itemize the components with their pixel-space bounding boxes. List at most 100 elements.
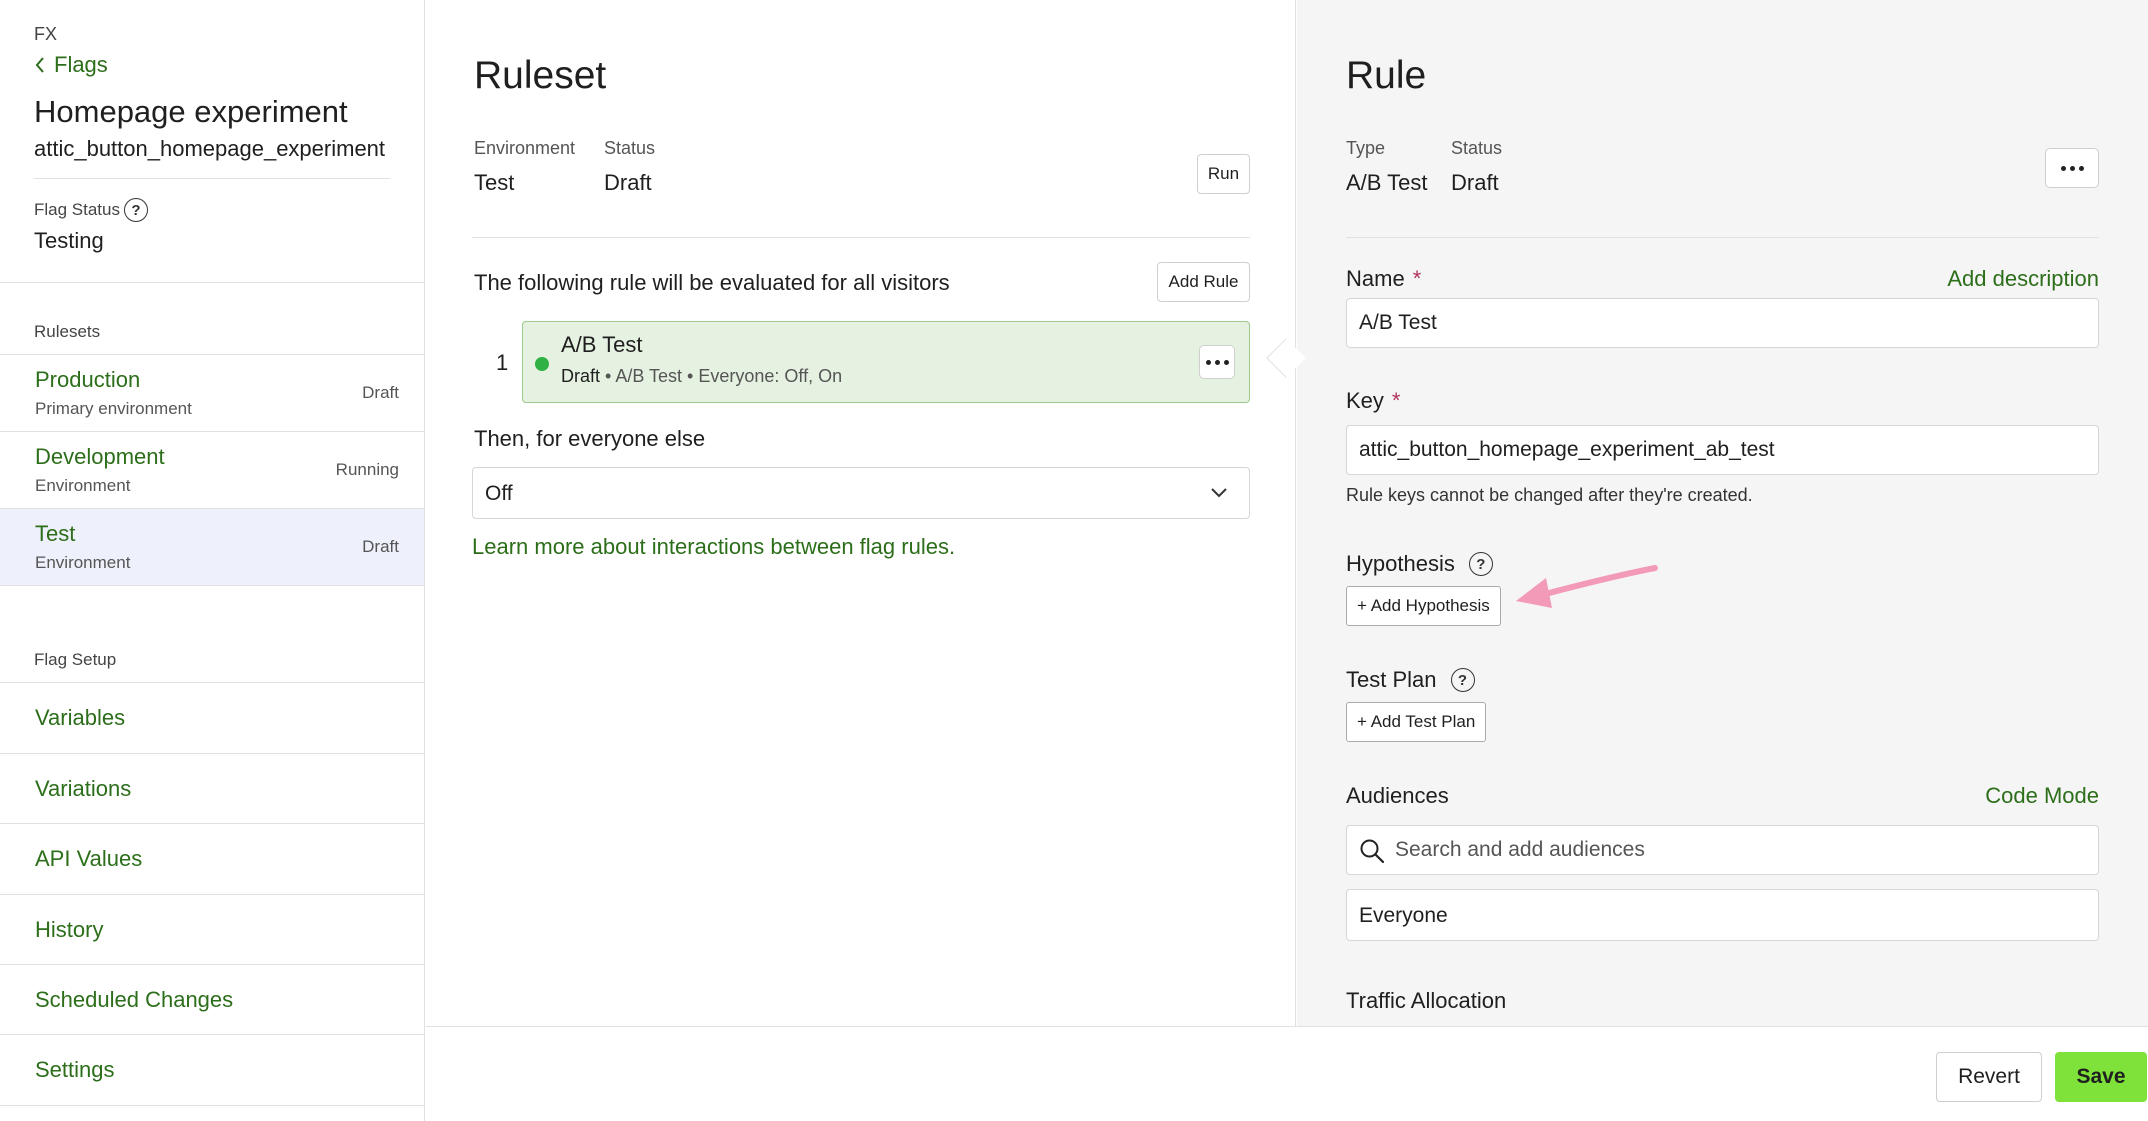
rulesets-heading: Rulesets [34,322,101,341]
rule-key-hint: Rule keys cannot be changed after they'r… [1346,485,1753,505]
sidebar-item-scheduled-changes[interactable]: Scheduled Changes [0,965,424,1035]
rule-title: Rule [1346,54,1427,97]
search-icon [1360,839,1385,864]
sidebar-item-variables[interactable]: Variables [0,683,424,753]
ruleset-status-label: Status [604,138,656,158]
help-icon[interactable]: ? [1468,552,1493,576]
fallback-variation-select[interactable]: Off [472,467,1250,519]
rule-key-input[interactable] [1346,425,2099,475]
env-description: Primary environment [35,399,192,418]
run-button[interactable]: Run [1197,154,1250,194]
traffic-allocation-label: Traffic Allocation [1346,988,1507,1013]
sidebar-env-development[interactable]: Development Environment Running [0,432,424,508]
env-name: Test [35,521,76,546]
rule-panel: Rule Type A/B Test Status Draft Name * Ad… [1297,0,2148,1026]
rule-name-input[interactable] [1346,298,2099,348]
rule-status-label: Status [1451,138,1503,158]
sidebar: FX Flags Homepage experiment attic_butto… [0,0,425,1121]
annotation-arrow [1516,565,1658,608]
add-test-plan-button[interactable]: + Add Test Plan [1346,702,1487,742]
rule-status: Draft [561,366,601,386]
rule-more-button[interactable] [1199,345,1235,379]
ruleset-panel: Ruleset Environment Test Status Draft Ru… [426,0,1296,1026]
chevron-left-icon [35,57,44,73]
rule-name: A/B Test [561,332,643,357]
fallback-label: Then, for everyone else [474,426,706,451]
sidebar-item-label: Variables [35,705,126,730]
add-hypothesis-button[interactable]: + Add Hypothesis [1346,586,1501,626]
sidebar-item-label: History [35,917,104,942]
divider [0,585,425,586]
sidebar-item-label: Variations [35,776,132,801]
divider [1346,237,2099,238]
flag-key: attic_button_homepage_experiment [34,136,386,161]
key-label-text: Key [1346,388,1384,413]
more-icon [2069,165,2075,171]
audience-item[interactable]: Everyone [1346,889,2099,941]
rule-type-label: Type [1346,138,1386,158]
help-icon[interactable]: ? [124,198,148,222]
rule-meta: Draft • A/B Test • Everyone: Off, On [561,366,843,386]
environment-label: Environment [474,138,576,158]
test-plan-label-text: Test Plan [1346,667,1437,692]
divider [0,282,425,283]
audience-search[interactable] [1346,825,2099,875]
add-rule-button[interactable]: Add Rule [1157,262,1250,302]
sidebar-item-label: Scheduled Changes [35,987,234,1012]
flag-status-label-text: Flag Status [34,200,120,219]
env-name: Development [35,444,165,469]
help-icon[interactable]: ? [1450,668,1475,692]
code-mode-link[interactable]: Code Mode [1985,783,2099,809]
hypothesis-label: Hypothesis? [1346,551,1493,577]
required-marker: * [1412,266,1422,291]
sidebar-item-history[interactable]: History [0,895,424,965]
key-label: Key * [1346,388,1400,414]
ruleset-intro: The following rule will be evaluated for… [474,270,950,295]
sidebar-env-test[interactable]: Test Environment Draft [0,509,424,585]
flag-status-label: Flag Status ? [34,198,148,222]
name-label-text: Name [1346,266,1405,291]
sidebar-item-settings[interactable]: Settings [0,1035,424,1105]
environment-value: Test [474,170,515,195]
test-plan-label: Test Plan? [1346,667,1475,693]
sidebar-item-api-values[interactable]: API Values [0,824,424,894]
rule-options-button[interactable] [2045,148,2099,188]
rule-status-value: Draft [1451,170,1499,195]
env-status: Running [335,460,399,479]
sidebar-env-production[interactable]: Production Primary environment Draft [0,355,424,431]
divider [472,237,1250,238]
more-icon [1214,359,1220,365]
sidebar-item-label: API Values [35,846,143,871]
rule-status-dot [535,357,549,371]
more-icon [2078,165,2084,171]
audience-search-input[interactable] [1395,826,2085,874]
flag-name: Homepage experiment [34,94,348,129]
flag-status-value: Testing [34,228,104,253]
add-description-link[interactable]: Add description [1947,266,2099,292]
rule-card[interactable]: A/B Test Draft • A/B Test • Everyone: Of… [522,321,1250,403]
product-label: FX [34,24,58,44]
audiences-label: Audiences [1346,783,1449,808]
fallback-variation-value: Off [485,482,513,505]
ruleset-status-value: Draft [604,170,652,195]
footer-bar: Revert Save [426,1026,2148,1121]
hypothesis-label-text: Hypothesis [1346,551,1455,576]
more-icon [1205,359,1211,365]
rule-audience-summary: Everyone: Off, On [698,366,843,386]
back-to-flags-link[interactable]: Flags [34,52,108,78]
learn-more-link[interactable]: Learn more about interactions between fl… [472,534,955,560]
name-label: Name * [1346,266,1421,292]
revert-button[interactable]: Revert [1936,1052,2042,1102]
back-to-flags-label: Flags [54,52,108,77]
save-button[interactable]: Save [2055,1052,2147,1102]
env-status: Draft [362,537,399,556]
env-description: Environment [35,476,131,495]
sidebar-item-variations[interactable]: Variations [0,754,424,824]
audience-item-label: Everyone [1359,904,1448,927]
flag-setup-heading: Flag Setup [34,650,117,669]
rule-type-value: A/B Test [1346,170,1428,195]
divider [34,178,390,179]
env-status: Draft [362,383,399,402]
rule-type: A/B Test [615,366,683,386]
divider [0,1105,425,1106]
